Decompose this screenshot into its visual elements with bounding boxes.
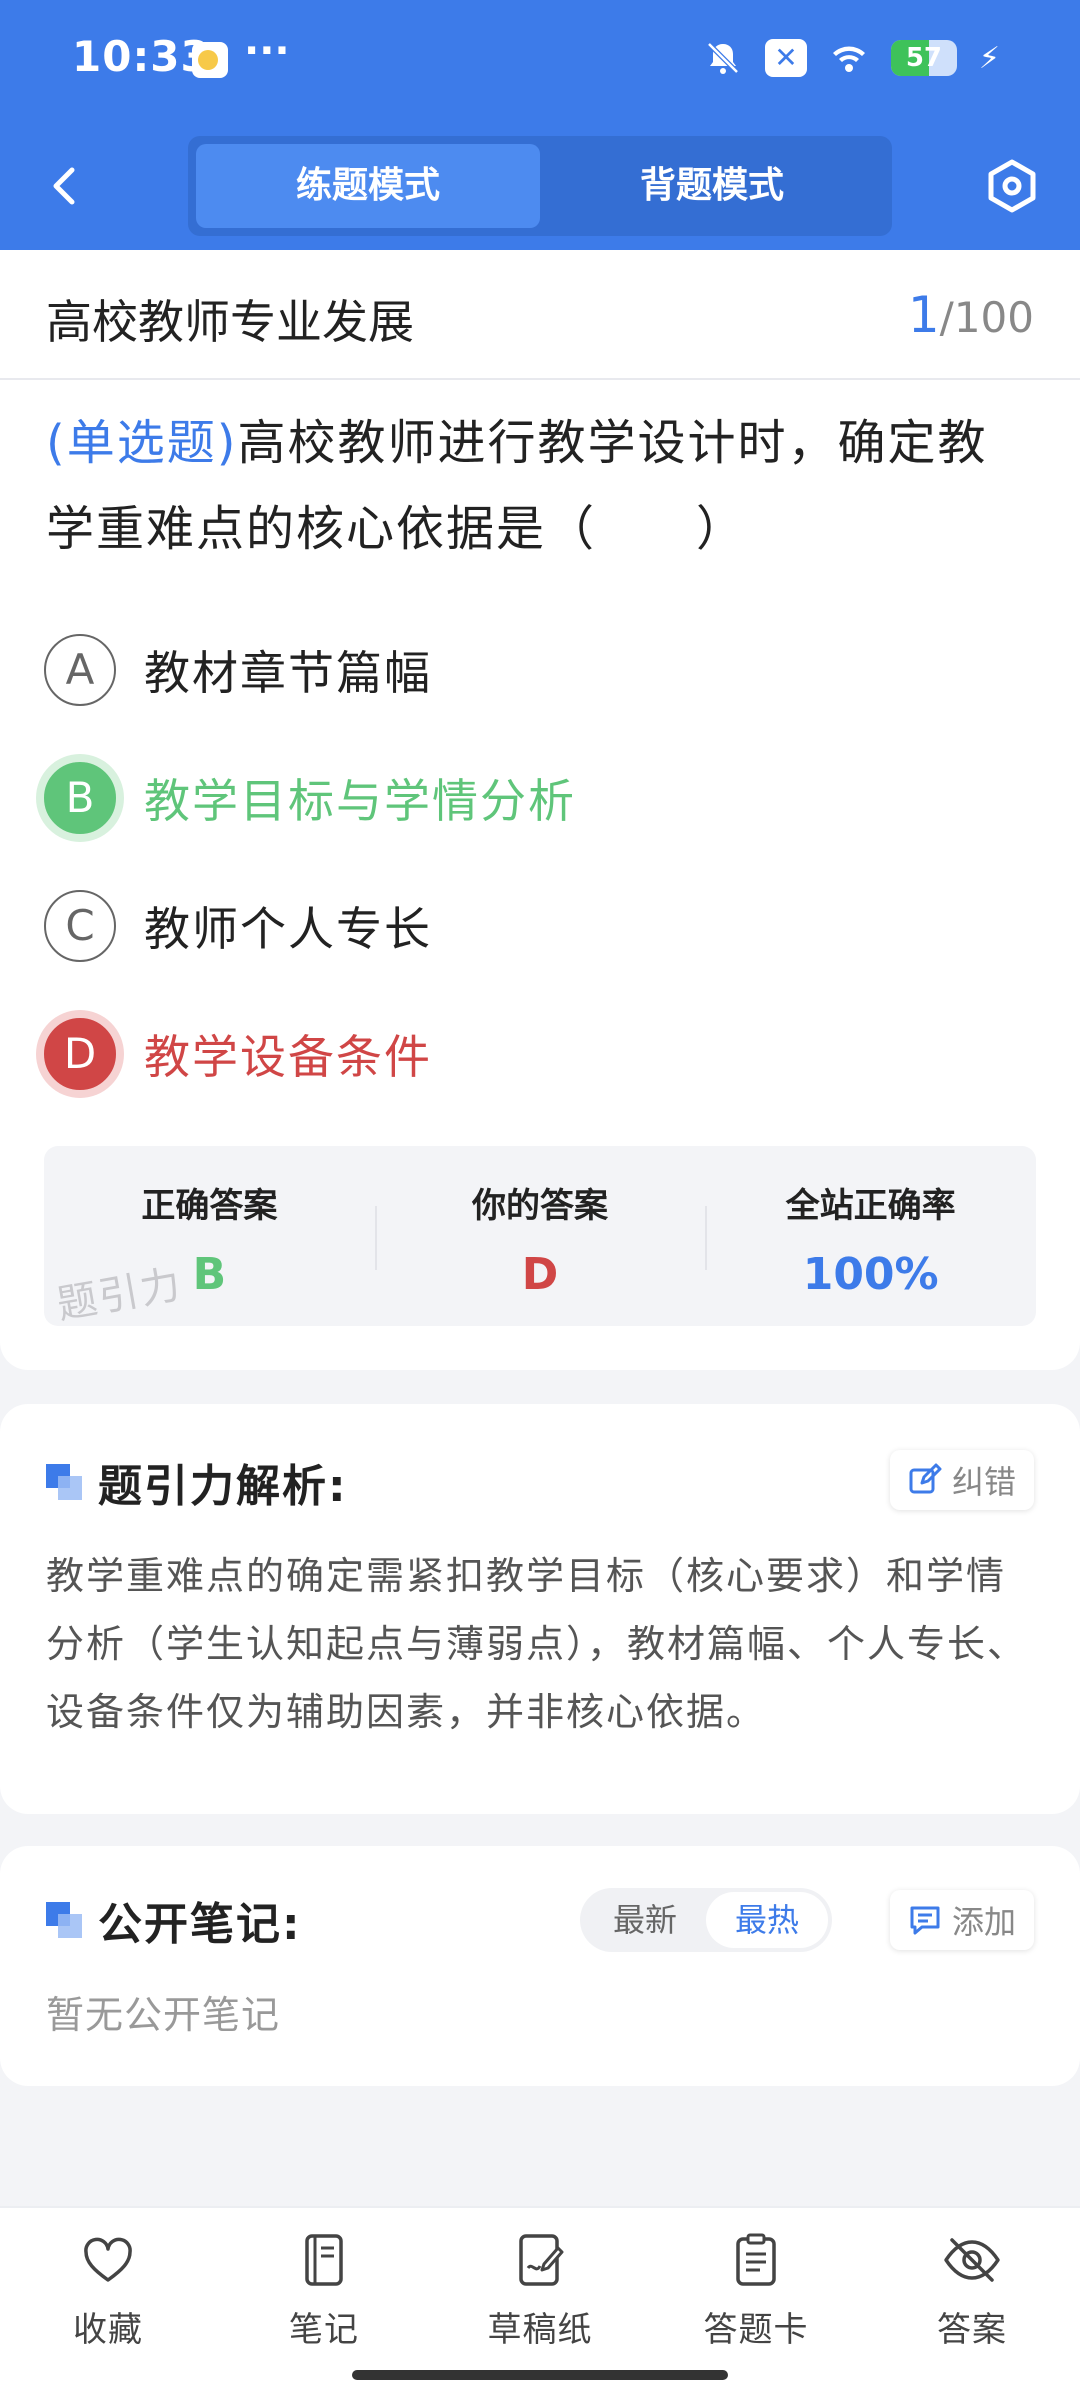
bell-off-icon — [703, 38, 743, 78]
option-letter: A — [44, 634, 116, 706]
your-answer-label: 你的答案 — [472, 1186, 608, 1226]
tab-memorize-mode[interactable]: 背题模式 — [540, 144, 884, 228]
report-error-label: 纠错 — [951, 1463, 1016, 1501]
your-answer-value: D — [521, 1249, 559, 1300]
comment-icon — [910, 1906, 940, 1935]
question-counter: 1/100 — [908, 286, 1034, 344]
notes-label: 笔记 — [289, 2310, 359, 2350]
your-answer-stat: 你的答案 D — [374, 1146, 706, 1326]
analysis-title-text: 题引力解析: — [98, 1461, 348, 1512]
app-header: 10:33 ··· ✕ 57 ⚡ 练题模式 背题模式 — [0, 0, 1080, 250]
charging-icon: ⚡ — [978, 40, 1000, 76]
draft-paper-label: 草稿纸 — [487, 2310, 593, 2350]
accuracy-label: 全站正确率 — [785, 1186, 956, 1226]
heart-icon — [84, 2237, 132, 2282]
draft-paper-icon — [519, 2234, 564, 2286]
favorite-button[interactable]: 收藏 — [0, 2208, 216, 2400]
answer-stats: 正确答案 B 你的答案 D 全站正确率 100% — [44, 1146, 1036, 1326]
answer-sheet-label: 答题卡 — [703, 2310, 809, 2350]
wifi-icon — [829, 38, 869, 78]
tab-practice-mode[interactable]: 练题模式 — [196, 144, 540, 228]
current-question-number: 1 — [907, 286, 940, 344]
settings-hexagon-icon — [988, 159, 1036, 213]
notes-card: 公开笔记: 最新 最热 添加 暂无公开笔记 — [0, 1846, 1080, 2086]
section-title: 高校教师专业发展 — [46, 295, 414, 349]
toggle-answer-label: 答案 — [937, 2310, 1007, 2350]
notebook-icon — [305, 2234, 343, 2286]
option-text: 教学目标与学情分析 — [144, 774, 576, 828]
option-d[interactable]: D 教学设备条件 — [44, 1014, 432, 1094]
notes-title-text: 公开笔记: — [98, 1899, 302, 1950]
sort-latest[interactable]: 最新 — [584, 1892, 706, 1948]
back-button[interactable] — [40, 156, 90, 216]
total-questions: /100 — [939, 293, 1034, 342]
add-note-label: 添加 — [951, 1903, 1016, 1941]
analysis-card: 题引力解析: 纠错 教学重难点的确定需紧扣教学目标（核心要求）和学情分析（学生认… — [0, 1404, 1080, 1814]
home-indicator[interactable] — [352, 2370, 728, 2380]
option-c[interactable]: C 教师个人专长 — [44, 886, 432, 966]
option-letter: D — [44, 1018, 116, 1090]
mode-switch: 练题模式 背题模式 — [188, 136, 892, 236]
settings-button[interactable] — [982, 156, 1042, 216]
notes-empty-text: 暂无公开笔记 — [46, 1993, 281, 2037]
favorite-label: 收藏 — [73, 2310, 143, 2350]
option-letter: C — [44, 890, 116, 962]
section-marker-icon — [46, 1464, 82, 1500]
more-notifications-icon: ··· — [244, 28, 290, 74]
eye-off-icon — [944, 2238, 1000, 2282]
status-time: 10:33 — [72, 32, 211, 81]
chevron-left-icon — [53, 167, 75, 205]
option-letter: B — [44, 762, 116, 834]
battery-indicator: 57 — [890, 40, 957, 76]
app-notification-icon: ✕ — [764, 39, 807, 77]
nav-bar: 练题模式 背题模式 — [0, 120, 1080, 250]
section-marker-icon — [46, 1902, 82, 1938]
add-note-button[interactable]: 添加 — [889, 1890, 1034, 1950]
accuracy-value: 100% — [802, 1249, 939, 1300]
edit-icon — [909, 1463, 942, 1494]
status-bar: 10:33 ··· ✕ 57 ⚡ — [0, 0, 1080, 120]
question-text: (单选题)高校教师进行教学设计时，确定教学重难点的核心依据是（ ） — [46, 400, 1036, 572]
option-text: 教师个人专长 — [144, 902, 432, 956]
correct-answer-label: 正确答案 — [141, 1186, 278, 1226]
question-card: 高校教师专业发展 1/100 (单选题)高校教师进行教学设计时，确定教学重难点的… — [0, 250, 1080, 1370]
status-icons: ✕ 57 ⚡ — [703, 36, 1000, 80]
notes-sort-toggle: 最新 最热 — [580, 1888, 832, 1952]
answer-sheet-icon — [736, 2233, 776, 2286]
option-a[interactable]: A 教材章节篇幅 — [44, 630, 432, 710]
analysis-title: 题引力解析: — [46, 1452, 348, 1512]
sort-hottest[interactable]: 最热 — [706, 1892, 828, 1948]
accuracy-stat: 全站正确率 100% — [705, 1146, 1036, 1326]
battery-level: 57 — [905, 43, 943, 73]
analysis-text: 教学重难点的确定需紧扣教学目标（核心要求）和学情分析（学生认知起点与薄弱点），教… — [46, 1554, 1028, 1734]
option-text: 教学设备条件 — [144, 1030, 432, 1084]
weather-app-icon — [192, 42, 228, 78]
question-type: (单选题) — [46, 415, 238, 471]
question-header: 高校教师专业发展 1/100 — [0, 250, 1080, 380]
toggle-answer-button[interactable]: 答案 — [864, 2208, 1080, 2400]
option-b[interactable]: B 教学目标与学情分析 — [44, 758, 576, 838]
notes-title: 公开笔记: — [46, 1890, 302, 1950]
report-error-button[interactable]: 纠错 — [889, 1450, 1034, 1510]
option-text: 教材章节篇幅 — [144, 646, 432, 700]
